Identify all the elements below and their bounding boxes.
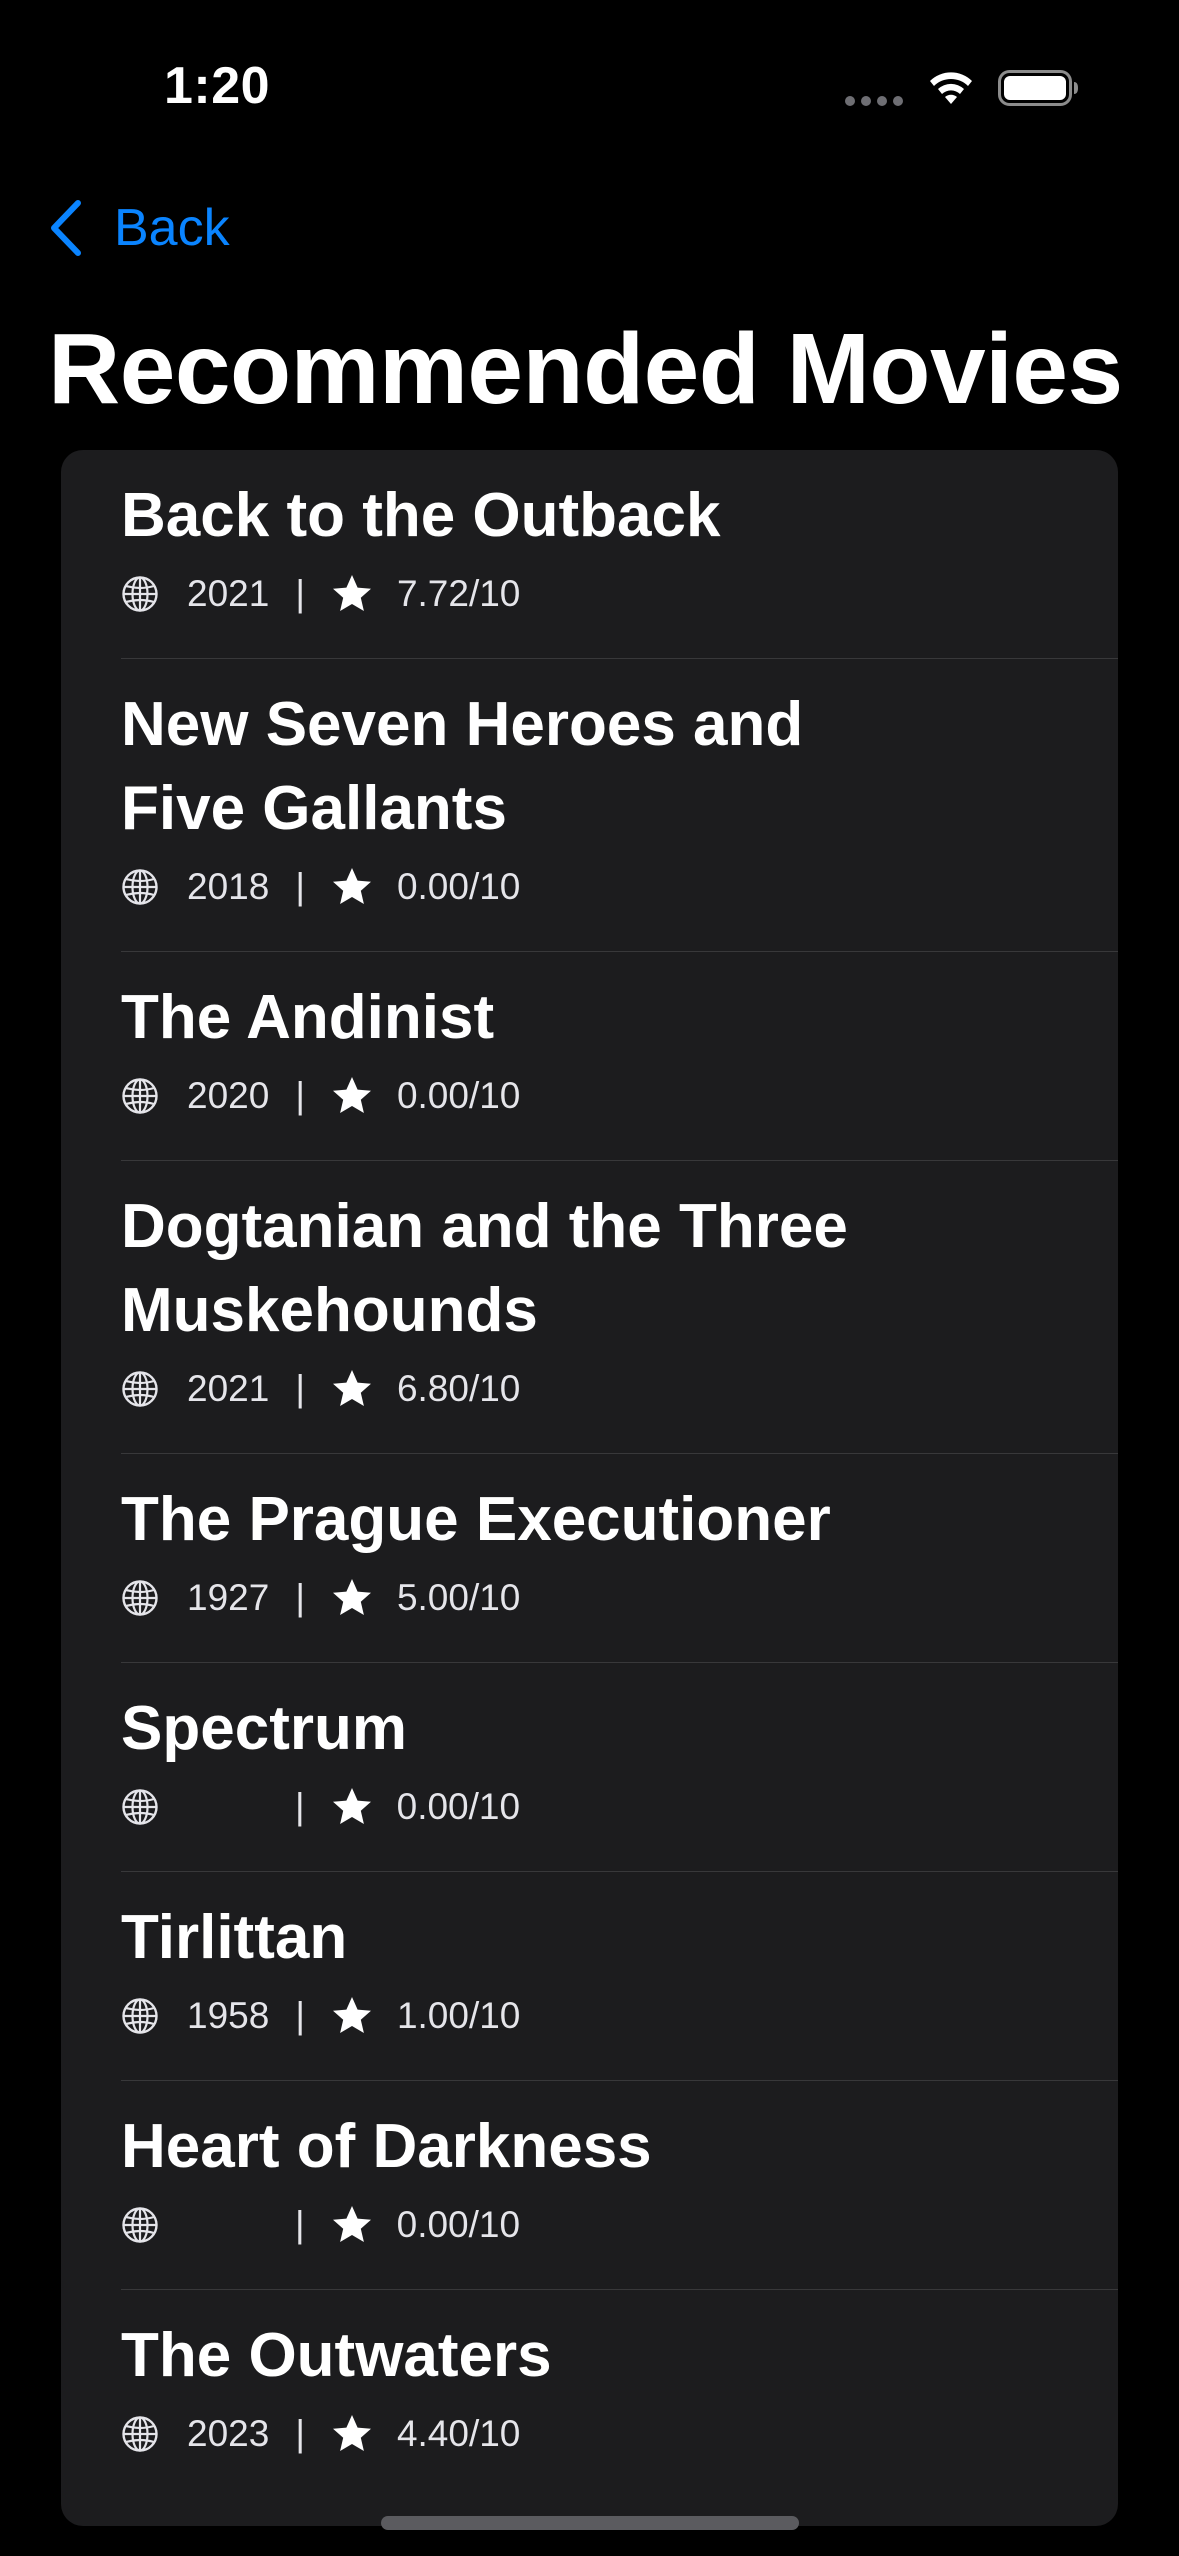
- globe-icon: [122, 1998, 158, 2034]
- movie-meta: 2021 | 7.72/10: [121, 558, 1058, 658]
- movie-list-item[interactable]: Spectrum | 0.00/10: [121, 1663, 1118, 1872]
- star-icon: [332, 1997, 371, 2033]
- meta-separator: |: [295, 1995, 305, 2036]
- movie-title: Dogtanian and the Three Muskehounds: [121, 1192, 848, 1345]
- meta-separator: |: [295, 2204, 305, 2245]
- globe-icon: [122, 576, 158, 612]
- star-icon: [332, 2415, 371, 2451]
- meta-separator: |: [295, 1368, 305, 1409]
- star-icon: [332, 1370, 371, 1406]
- movie-meta: | 0.00/10: [121, 1771, 1058, 1871]
- movie-rating: 6.80/10: [396, 1368, 521, 1409]
- screen: 1:20 Back Recommended Movies Back to the…: [0, 0, 1179, 2556]
- movie-list-item[interactable]: The Andinist 2020 | 0.00/10: [121, 952, 1118, 1161]
- movie-rating: 0.00/10: [396, 1786, 521, 1827]
- cellular-signal-icon: [845, 96, 903, 106]
- movie-list: Back to the Outback 2021 | 7.72/10 New S…: [61, 450, 1118, 2526]
- meta-separator: |: [295, 573, 305, 614]
- movie-list-item[interactable]: Back to the Outback 2021 | 7.72/10: [121, 450, 1118, 659]
- page-title: Recommended Movies: [48, 313, 1123, 425]
- home-indicator: [381, 2516, 799, 2530]
- globe-icon: [122, 1580, 158, 1616]
- movie-list-item[interactable]: The Prague Executioner 1927 | 5.00/10: [121, 1454, 1118, 1663]
- movie-meta: 2020 | 0.00/10: [121, 1060, 1058, 1160]
- movie-list-item[interactable]: New Seven Heroes and Five Gallants 2018 …: [121, 659, 1118, 952]
- globe-icon: [122, 1789, 158, 1825]
- movie-rating: 5.00/10: [396, 1577, 521, 1618]
- movie-list-item[interactable]: Dogtanian and the Three Muskehounds 2021…: [121, 1161, 1118, 1454]
- movie-year: 2018: [187, 866, 270, 907]
- status-time: 1:20: [164, 57, 271, 115]
- movie-title: Tirlittan: [121, 1903, 348, 1972]
- wifi-icon: [930, 72, 972, 104]
- globe-icon: [122, 2416, 158, 2452]
- globe-icon: [122, 869, 158, 905]
- movie-meta: 1958 | 1.00/10: [121, 1980, 1058, 2080]
- movie-list-item[interactable]: Tirlittan 1958 | 1.00/10: [121, 1872, 1118, 2081]
- movie-year: 1927: [187, 1577, 270, 1618]
- status-bar: 1:20: [0, 0, 1179, 150]
- movie-title: The Prague Executioner: [121, 1485, 831, 1554]
- movie-meta: 2021 | 6.80/10: [121, 1353, 1058, 1453]
- movie-rating: 0.00/10: [396, 2204, 521, 2245]
- star-icon: [332, 1579, 371, 1615]
- globe-icon: [122, 1371, 158, 1407]
- movie-meta: 2023 | 4.40/10: [121, 2398, 1058, 2498]
- star-icon: [332, 1788, 371, 1824]
- movie-rating: 4.40/10: [396, 2413, 521, 2454]
- movie-rating: 0.00/10: [396, 866, 521, 907]
- movie-title: The Andinist: [121, 983, 495, 1052]
- movie-title: The Outwaters: [121, 2321, 552, 2390]
- meta-separator: |: [295, 866, 305, 907]
- star-icon: [332, 868, 371, 904]
- movie-title: Spectrum: [121, 1694, 407, 1763]
- movie-rating: 1.00/10: [396, 1995, 521, 2036]
- back-label: Back: [114, 199, 230, 257]
- meta-separator: |: [295, 2413, 305, 2454]
- star-icon: [332, 2206, 371, 2242]
- movie-title: New Seven Heroes and Five Gallants: [121, 690, 804, 843]
- movie-year: 2021: [187, 1368, 270, 1409]
- movie-year: 2020: [187, 1075, 270, 1116]
- movie-meta: 2018 | 0.00/10: [121, 851, 1058, 951]
- movie-meta: | 0.00/10: [121, 2189, 1058, 2289]
- globe-icon: [122, 1078, 158, 1114]
- star-icon: [332, 575, 371, 611]
- globe-icon: [122, 2207, 158, 2243]
- movie-title: Back to the Outback: [121, 481, 721, 550]
- battery-icon: [998, 70, 1078, 106]
- movie-rating: 0.00/10: [396, 1075, 521, 1116]
- movie-year: 2021: [187, 573, 270, 614]
- meta-separator: |: [295, 1577, 305, 1618]
- movie-rating: 7.72/10: [396, 573, 521, 614]
- movie-year: 1958: [187, 1995, 270, 2036]
- back-button[interactable]: Back: [48, 196, 230, 260]
- movie-meta: 1927 | 5.00/10: [121, 1562, 1058, 1662]
- chevron-left-icon: [51, 200, 81, 256]
- movie-year: 2023: [187, 2413, 270, 2454]
- meta-separator: |: [295, 1075, 305, 1116]
- meta-separator: |: [295, 1786, 305, 1827]
- movie-list-item[interactable]: The Outwaters 2023 | 4.40/10: [121, 2290, 1118, 2498]
- movie-title: Heart of Darkness: [121, 2112, 652, 2181]
- star-icon: [332, 1077, 371, 1113]
- movie-list-item[interactable]: Heart of Darkness | 0.00/10: [121, 2081, 1118, 2290]
